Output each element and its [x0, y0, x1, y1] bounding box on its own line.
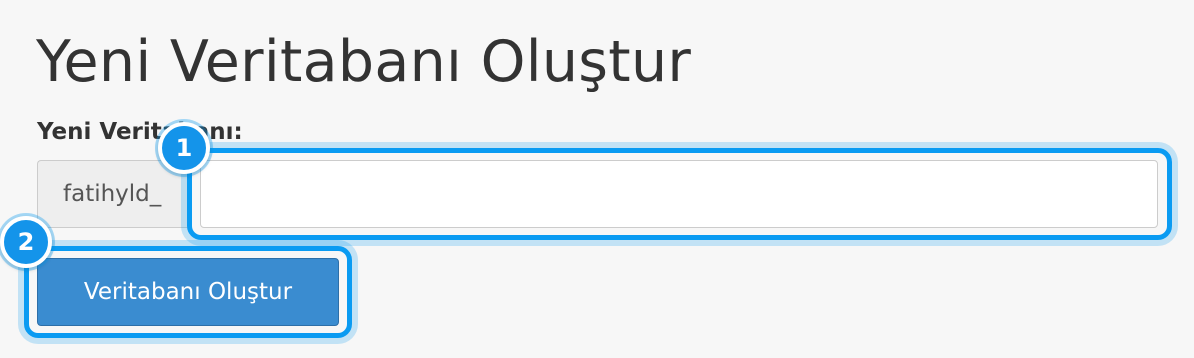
page-title: Yeni Veritabanı Oluştur — [36, 29, 692, 95]
step-1-badge: 1 — [158, 122, 210, 174]
new-database-label: Yeni Veritabanı: — [37, 119, 243, 145]
step-2-badge: 2 — [0, 216, 52, 268]
create-database-button[interactable]: Veritabanı Oluştur — [37, 258, 339, 326]
database-name-input[interactable] — [200, 160, 1158, 228]
database-prefix-addon: fatihyld_ — [37, 160, 192, 228]
